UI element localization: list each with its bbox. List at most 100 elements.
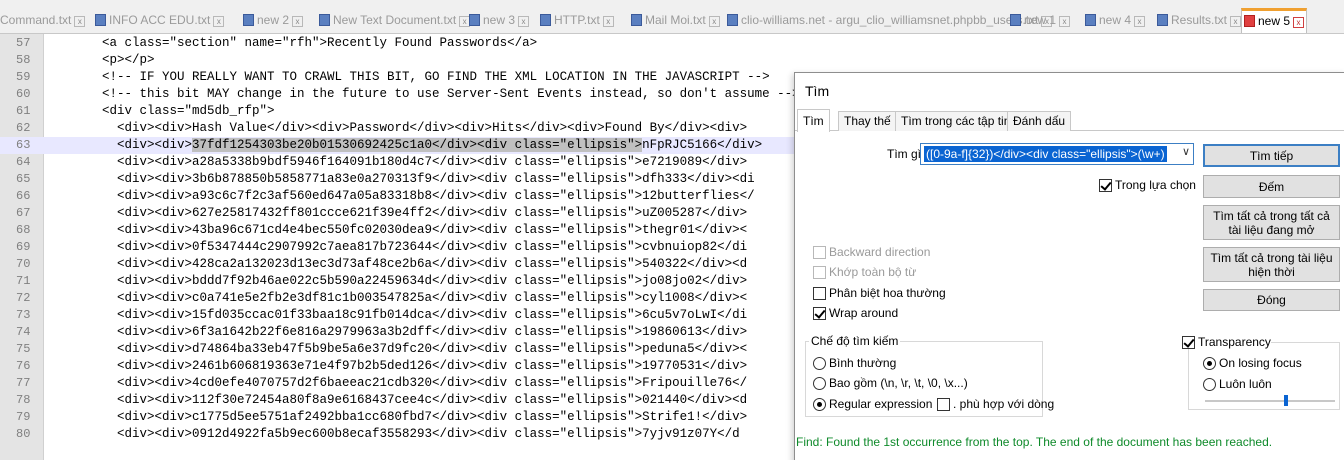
document-icon bbox=[319, 14, 330, 26]
dialog-title: Tìm bbox=[805, 83, 830, 99]
line-number: 67 bbox=[16, 206, 31, 220]
tab-7[interactable]: clio-williams.net - argu_clio_williamsne… bbox=[727, 10, 1054, 32]
tab-5[interactable]: HTTP.txt x bbox=[540, 10, 616, 32]
mode-extended-label: Bao gồm (\n, \r, \t, \0, \x...) bbox=[829, 376, 968, 390]
always-radio[interactable]: Luôn luôn bbox=[1203, 377, 1272, 391]
always-label: Luôn luôn bbox=[1219, 377, 1272, 391]
find-what-label: Tìm gì: bbox=[887, 147, 925, 161]
line-text: <div><div>bddd7f92b46ae022c5b590a2245963… bbox=[102, 274, 748, 288]
line-text: <div><div>a93c6c7f2c3af560ed647a05a83318… bbox=[102, 189, 755, 203]
checkbox-box[interactable] bbox=[813, 265, 826, 279]
find-what-input[interactable]: ([0-9a-f]{32})</div><div class="ellipsis… bbox=[924, 146, 1167, 162]
line-text: <div><div>112f30e72454a80f8a9e6168437cee… bbox=[102, 393, 748, 407]
tab-label: Mail Moi.txt bbox=[645, 13, 706, 27]
radio-circle[interactable] bbox=[813, 376, 826, 390]
radio-circle[interactable] bbox=[813, 397, 826, 411]
tab-4[interactable]: new 3x bbox=[469, 10, 531, 32]
line-text: <div><div>43ba96c671cd4e4bec550fc02030de… bbox=[102, 223, 748, 237]
line-number: 77 bbox=[16, 376, 31, 390]
close-icon[interactable]: x bbox=[1230, 16, 1242, 27]
line-number: 71 bbox=[16, 274, 31, 288]
tab-find-in-files[interactable]: Tìm trong các tập tin bbox=[895, 111, 1017, 131]
on-losing-focus-radio[interactable]: On losing focus bbox=[1203, 356, 1302, 370]
code-line[interactable]: 58 <p></p> bbox=[0, 52, 1344, 69]
tab-0[interactable]: Command.txt x bbox=[0, 10, 87, 32]
tab-label: clio-williams.net - argu_clio_williamsne… bbox=[741, 13, 1039, 27]
tab-replace[interactable]: Thay thế bbox=[838, 111, 897, 131]
line-text: <div><div>15fd035ccac01f33baa18c91fb014d… bbox=[102, 308, 748, 322]
find-dialog: Tìm Tìm Thay thế Tìm trong các tập tin Đ… bbox=[794, 72, 1344, 460]
close-icon[interactable]: x bbox=[213, 16, 225, 27]
find-all-opened-button[interactable]: Tìm tất cả trong tất cả tài liệu đang mở bbox=[1203, 205, 1340, 240]
tab-label: HTTP.txt bbox=[554, 13, 600, 27]
line-number: 62 bbox=[16, 121, 31, 135]
close-icon[interactable]: x bbox=[1134, 16, 1146, 27]
close-icon[interactable]: x bbox=[1059, 16, 1071, 27]
close-icon[interactable]: x bbox=[292, 16, 304, 27]
checkbox-box[interactable] bbox=[1182, 335, 1195, 349]
tab-11[interactable]: new 5x bbox=[1241, 8, 1308, 33]
wrap-around-label: Wrap around bbox=[829, 306, 899, 320]
line-text-part: <div><div> bbox=[102, 138, 193, 152]
mode-extended-radio[interactable]: Bao gồm (\n, \r, \t, \0, \x...) bbox=[813, 376, 968, 390]
line-text: <div><div>428ca2a132023d13ec3d73af48ce2b… bbox=[102, 257, 748, 271]
transparency-checkbox[interactable]: Transparency bbox=[1182, 335, 1271, 349]
code-line[interactable]: 57 <a class="section" name="rfh">Recently… bbox=[0, 35, 1344, 52]
checkbox-box[interactable] bbox=[937, 397, 950, 411]
match-case-checkbox[interactable]: Phân biệt hoa thường bbox=[813, 286, 946, 300]
line-number: 61 bbox=[16, 104, 31, 118]
line-number: 66 bbox=[16, 189, 31, 203]
checkbox-box[interactable] bbox=[1099, 178, 1112, 192]
tab-label: INFO ACC EDU.txt bbox=[109, 13, 211, 27]
dot-newline-checkbox[interactable]: . phù hợp với dòng bbox=[937, 397, 1054, 411]
close-button[interactable]: Đóng bbox=[1203, 289, 1340, 311]
notepad-window: Command.txt x INFO ACC EDU.txt x new 2 x New T… bbox=[0, 0, 1344, 460]
close-icon[interactable]: x bbox=[708, 16, 720, 27]
close-icon[interactable]: x bbox=[518, 16, 530, 27]
radio-circle[interactable] bbox=[1203, 356, 1216, 370]
line-text: <div class="md5db_rfp"> bbox=[102, 104, 275, 118]
on-losing-focus-label: On losing focus bbox=[1219, 356, 1302, 370]
tab-find[interactable]: Tìm bbox=[797, 109, 830, 132]
document-icon bbox=[1085, 14, 1096, 26]
tab-10[interactable]: Results.txt x bbox=[1157, 10, 1243, 32]
close-icon[interactable]: x bbox=[602, 16, 614, 27]
find-all-current-button[interactable]: Tìm tất cả trong tài liệu hiện thời bbox=[1203, 247, 1340, 282]
document-icon bbox=[1244, 15, 1255, 27]
tab-1[interactable]: INFO ACC EDU.txt x bbox=[95, 10, 226, 32]
close-icon[interactable]: x bbox=[74, 16, 86, 27]
line-number: 76 bbox=[16, 359, 31, 373]
wrap-around-checkbox[interactable]: Wrap around bbox=[813, 306, 898, 320]
mode-regex-radio[interactable]: Regular expression bbox=[813, 397, 932, 411]
document-icon bbox=[1010, 14, 1021, 26]
tab-label: new 1 bbox=[1024, 13, 1057, 27]
transparency-slider[interactable] bbox=[1205, 400, 1335, 402]
checkbox-box[interactable] bbox=[813, 306, 826, 320]
in-selection-label: Trong lựa chọn bbox=[1115, 178, 1196, 192]
line-number: 78 bbox=[16, 393, 31, 407]
backward-direction-checkbox[interactable]: Backward direction bbox=[813, 245, 930, 259]
line-text: <div><div>d74864ba33eb47f5b9be5a6e37d9fc… bbox=[102, 342, 748, 356]
radio-circle[interactable] bbox=[813, 356, 826, 370]
whole-word-checkbox[interactable]: Khớp toàn bộ từ bbox=[813, 265, 916, 279]
line-number: 57 bbox=[16, 36, 31, 50]
in-selection-checkbox[interactable]: Trong lựa chọn bbox=[1099, 178, 1196, 192]
tab-3[interactable]: New Text Document.txt x bbox=[319, 10, 472, 32]
tab-6[interactable]: Mail Moi.txt x bbox=[631, 10, 722, 32]
chevron-down-icon[interactable]: ∨ bbox=[1182, 145, 1190, 158]
tab-8[interactable]: new 1x bbox=[1010, 10, 1072, 32]
find-what-combobox[interactable]: ([0-9a-f]{32})</div><div class="ellipsis… bbox=[920, 143, 1194, 165]
tab-label: Results.txt bbox=[1171, 13, 1228, 27]
tab-9[interactable]: new 4x bbox=[1085, 10, 1147, 32]
selected-match: 37fdf1254303be20b01530692425c1a0</div><d… bbox=[192, 138, 643, 152]
tab-2[interactable]: new 2x bbox=[243, 10, 305, 32]
radio-circle[interactable] bbox=[1203, 377, 1216, 391]
find-next-button[interactable]: Tìm tiếp bbox=[1203, 144, 1340, 167]
close-icon[interactable]: x bbox=[1293, 17, 1305, 28]
mode-normal-radio[interactable]: Bình thường bbox=[813, 356, 896, 370]
transparency-slider-thumb[interactable] bbox=[1284, 395, 1288, 406]
checkbox-box[interactable] bbox=[813, 245, 826, 259]
tab-mark[interactable]: Đánh dấu bbox=[1007, 111, 1072, 131]
count-button[interactable]: Đếm bbox=[1203, 175, 1340, 198]
checkbox-box[interactable] bbox=[813, 286, 826, 300]
